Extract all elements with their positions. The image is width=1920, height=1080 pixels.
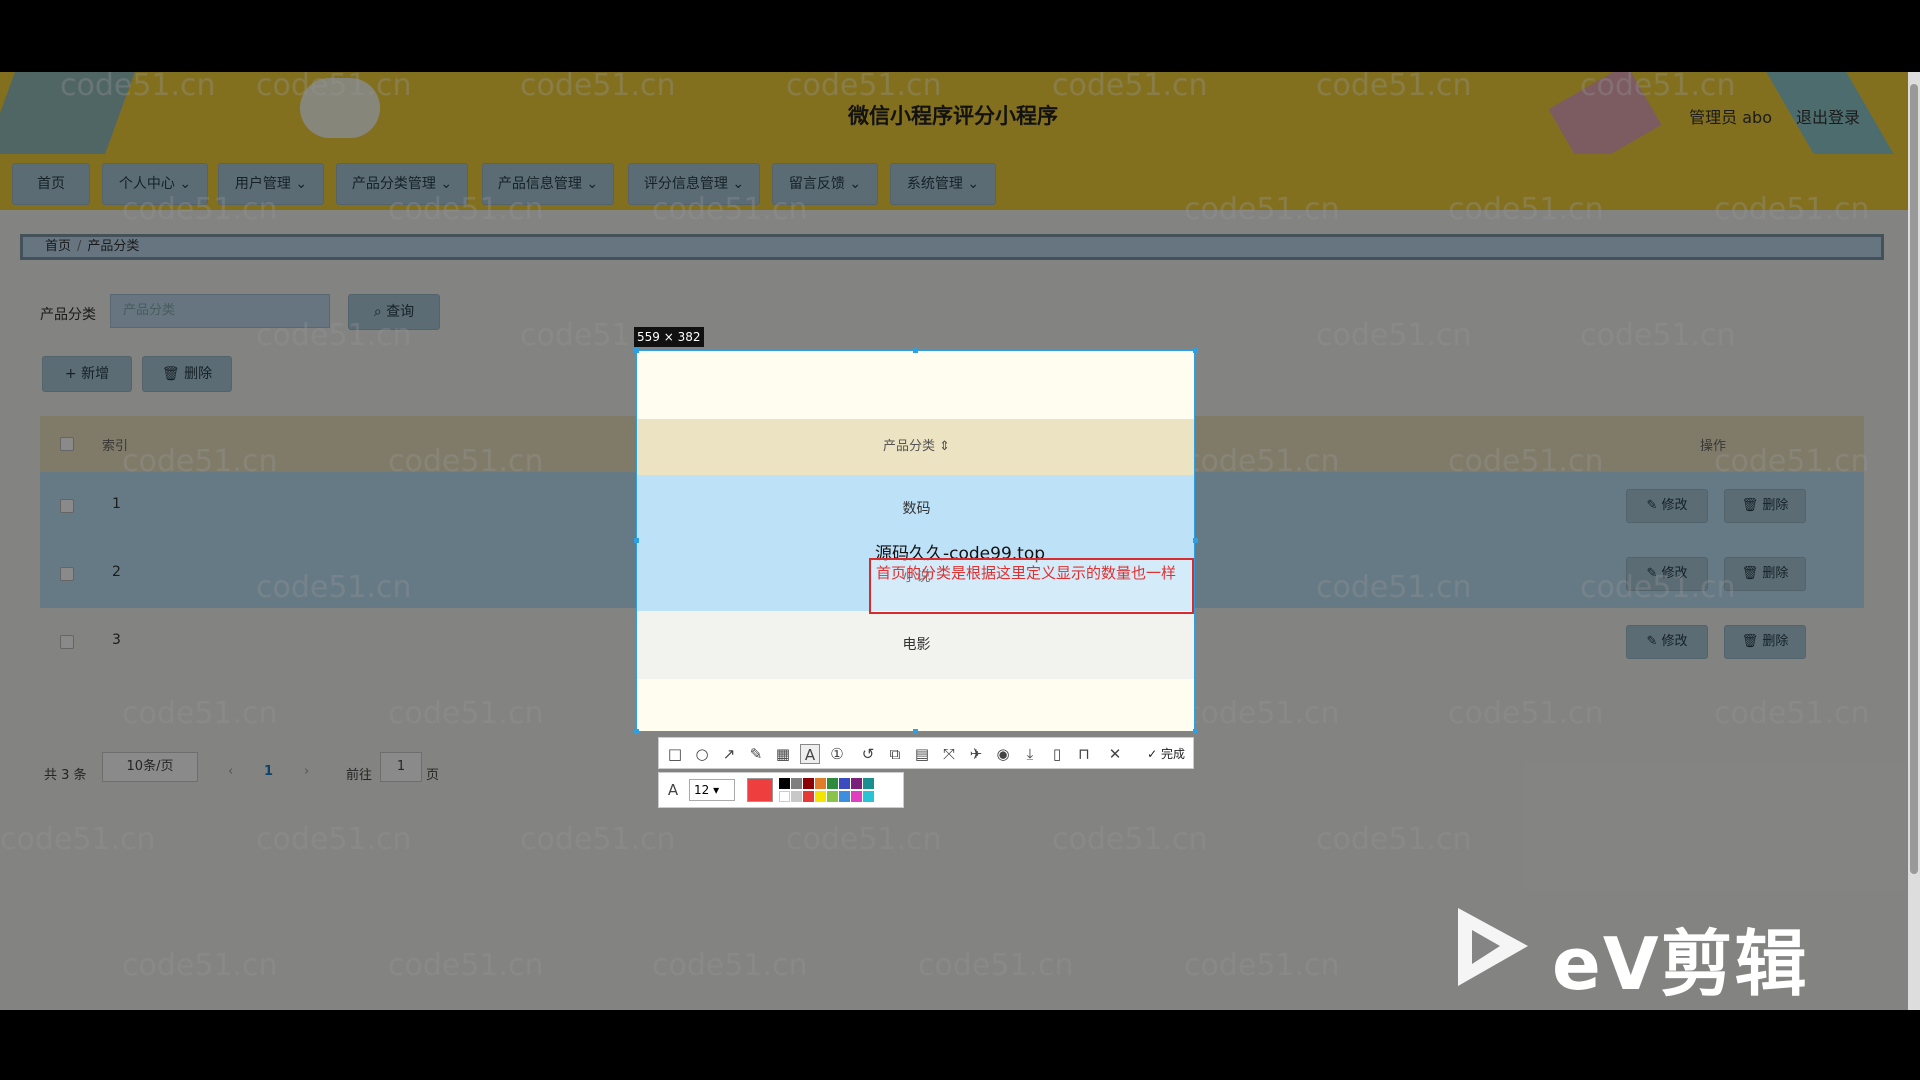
font-size-value: 12 [694, 783, 710, 797]
page-scrollbar[interactable] [1908, 72, 1920, 1010]
resize-handle[interactable] [1193, 729, 1198, 734]
resize-handle[interactable] [634, 729, 639, 734]
color-swatch[interactable] [815, 791, 826, 802]
close-icon[interactable]: ✕ [1105, 744, 1125, 764]
color-swatch[interactable] [779, 791, 790, 802]
row-category: 电影 [637, 611, 1194, 679]
ev-brand-text: eV剪辑 [1552, 922, 1809, 1006]
phone-icon[interactable]: ▯ [1047, 744, 1067, 764]
pin-icon[interactable]: ✈ [966, 744, 986, 764]
selection-size-label: 559 × 382 [634, 327, 704, 347]
color-swatch[interactable] [839, 778, 850, 789]
color-swatch[interactable] [839, 791, 850, 802]
color-swatch[interactable] [827, 778, 838, 789]
chevron-down-icon: ▾ [713, 783, 720, 797]
current-color-swatch[interactable] [747, 778, 773, 802]
ev-play-logo-icon [1458, 908, 1528, 986]
snip-toolbar: □ ○ ↗ ✎ ▦ A ① ↺ ⧉ ▤ ⤧ ✈ ◉ ⤓ ▯ ⊓ ✕ ✓ 完成 [658, 737, 1194, 769]
download-icon[interactable]: ⤓ [1020, 744, 1040, 764]
font-size-select[interactable]: 12 ▾ [689, 779, 735, 801]
color-swatch[interactable] [851, 778, 862, 789]
rectangle-tool-icon[interactable]: □ [665, 744, 685, 764]
resize-handle[interactable] [634, 348, 639, 353]
pen-tool-icon[interactable]: ✎ [746, 744, 766, 764]
record-icon[interactable]: ◉ [993, 744, 1013, 764]
done-label: 完成 [1160, 747, 1185, 761]
long-screenshot-icon[interactable]: ⧉ [885, 744, 905, 764]
color-swatch[interactable] [803, 791, 814, 802]
col-category-label: 产品分类 [882, 439, 935, 454]
col-category-header: 产品分类 ⇕ [637, 419, 1194, 475]
ellipse-tool-icon[interactable]: ○ [692, 744, 712, 764]
resize-handle[interactable] [913, 348, 918, 353]
text-tool-icon[interactable]: A [800, 744, 820, 764]
resize-handle[interactable] [634, 538, 639, 543]
font-icon: A [667, 781, 679, 799]
check-icon: ✓ [1147, 747, 1158, 761]
color-swatch[interactable] [863, 778, 874, 789]
number-tool-icon[interactable]: ① [827, 744, 847, 764]
color-swatch[interactable] [863, 791, 874, 802]
undo-icon[interactable]: ↺ [858, 744, 878, 764]
color-swatch[interactable] [791, 778, 802, 789]
text-style-toolbar: A 12 ▾ [658, 772, 904, 808]
color-swatch[interactable] [851, 791, 862, 802]
color-swatch[interactable] [791, 791, 802, 802]
arrow-tool-icon[interactable]: ↗ [719, 744, 739, 764]
ocr-icon[interactable]: ▤ [912, 744, 932, 764]
resize-handle[interactable] [1193, 348, 1198, 353]
color-swatch[interactable] [827, 791, 838, 802]
color-swatch[interactable] [803, 778, 814, 789]
annotation-text-box[interactable]: 首页的分类是根据这里定义显示的数量也一样 [869, 558, 1194, 614]
done-button[interactable]: ✓ 完成 [1147, 744, 1185, 764]
mosaic-tool-icon[interactable]: ▦ [773, 744, 793, 764]
color-swatch[interactable] [815, 778, 826, 789]
scrollbar-thumb[interactable] [1910, 84, 1918, 874]
resize-handle[interactable] [1193, 538, 1198, 543]
resize-handle[interactable] [913, 729, 918, 734]
row-category: 数码 [637, 475, 1194, 543]
bookmark-icon[interactable]: ⊓ [1074, 744, 1094, 764]
sort-icon[interactable]: ⇕ [939, 439, 950, 454]
translate-icon[interactable]: ⤧ [939, 744, 959, 764]
color-swatch[interactable] [779, 778, 790, 789]
